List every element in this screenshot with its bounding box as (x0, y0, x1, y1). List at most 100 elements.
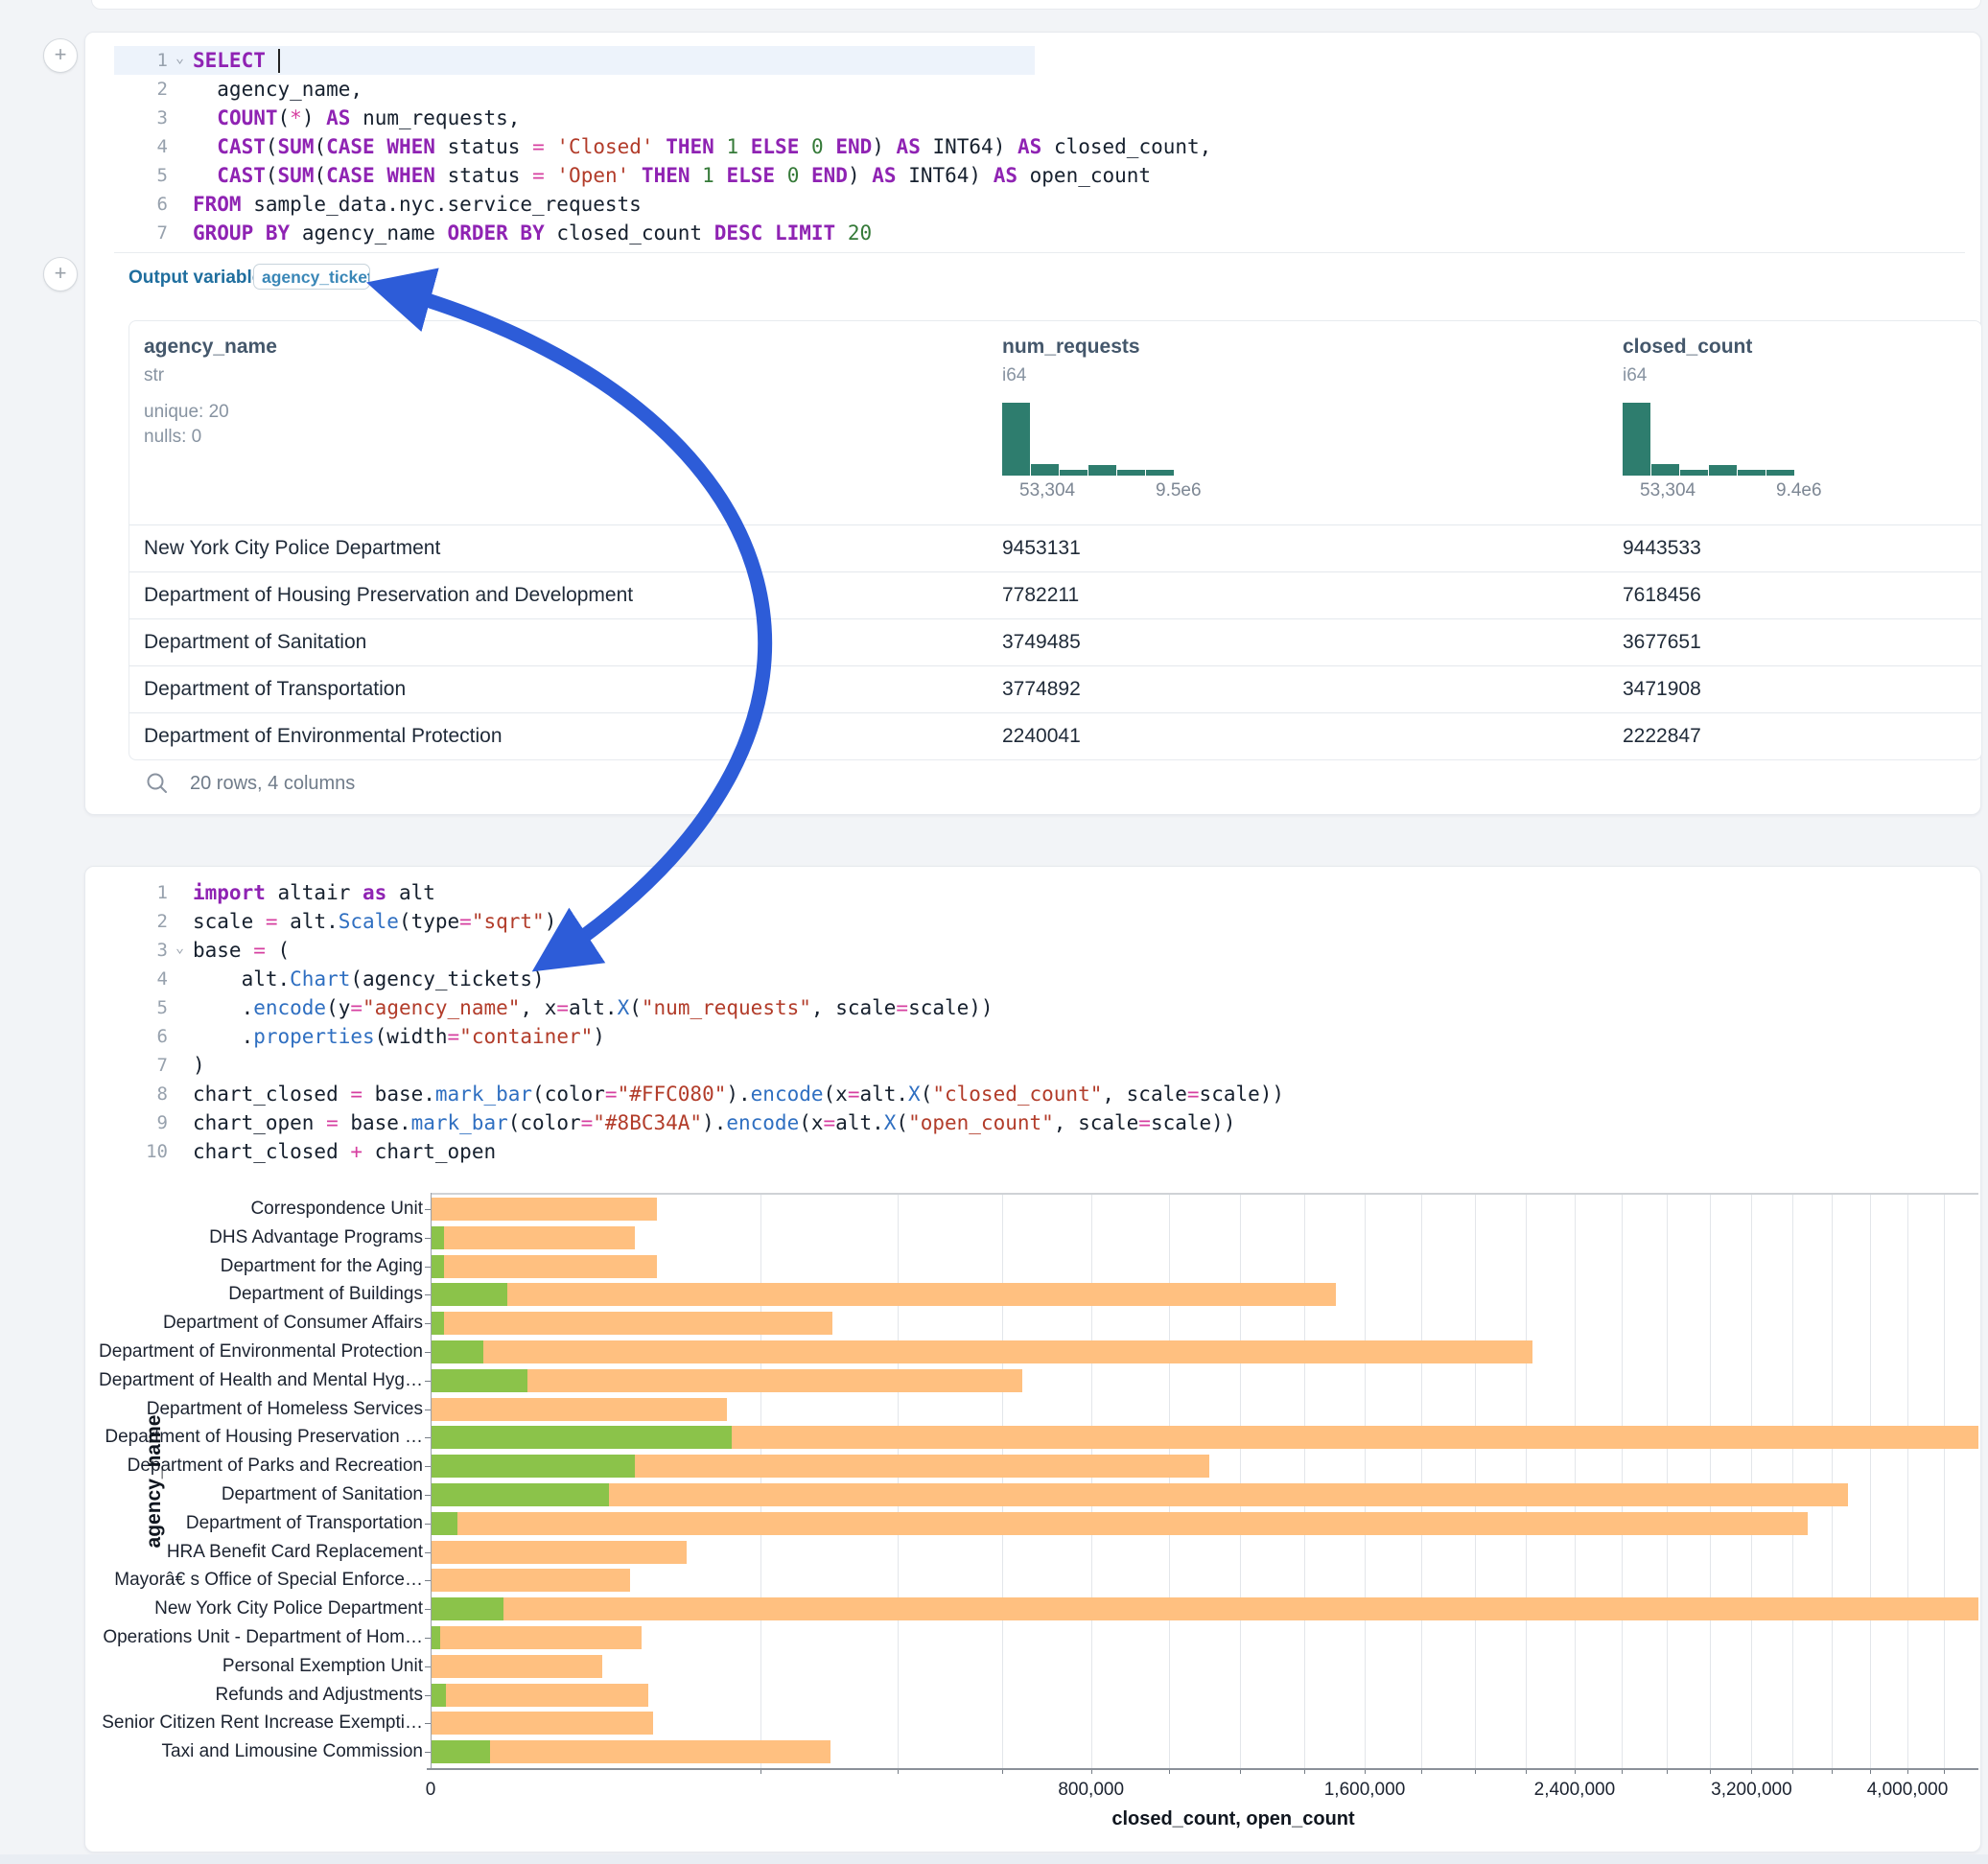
bar-open-count (432, 1369, 527, 1392)
bar-closed-count (432, 1283, 1336, 1306)
histogram-bin (1146, 470, 1174, 476)
column-type: i64 (1002, 365, 1026, 386)
code-token: AS (897, 132, 921, 161)
gridline (1304, 1193, 1305, 1768)
code-token: SUM (278, 161, 315, 190)
code-token: 1 (726, 132, 738, 161)
y-tick-label: Refunds and Adjustments (215, 1685, 423, 1706)
y-tick-label: Correspondence Unit (250, 1199, 423, 1220)
bar-open-count (432, 1512, 457, 1535)
code-token: sample_data.nyc.service_requests (242, 190, 642, 219)
y-axis-tick (425, 1495, 431, 1496)
code-token (714, 132, 727, 161)
bar-open-count (432, 1255, 444, 1278)
code-token (654, 132, 667, 161)
histogram-bin (1088, 465, 1116, 476)
plot-top-border (431, 1193, 1978, 1195)
search-icon[interactable] (145, 771, 170, 801)
bar-closed-count (432, 1712, 653, 1735)
code-token (799, 132, 811, 161)
code-token: THEN (666, 132, 714, 161)
code-token: 'Open' (556, 161, 629, 190)
code-line[interactable]: 1⌄SELECT (124, 46, 1946, 75)
code-token: WHEN (386, 132, 435, 161)
code-token: CAST (217, 132, 266, 161)
histogram-bin (1002, 403, 1030, 476)
column-type: i64 (1623, 365, 1647, 386)
gridline (1832, 1193, 1833, 1768)
fold-chevron-icon[interactable]: ⌄ (175, 43, 193, 72)
code-token: open_count (1017, 161, 1151, 190)
histogram-bin (1680, 470, 1708, 476)
code-token: ( (266, 161, 278, 190)
line-number: 5 (124, 161, 175, 190)
code-token: agency_name (290, 219, 447, 247)
code-line[interactable]: 7GROUP BY agency_name ORDER BY closed_co… (124, 219, 1946, 247)
y-tick-label: Mayorâ€ s Office of Special Enforce… (114, 1570, 423, 1591)
gridline (1475, 1193, 1476, 1768)
y-axis-tick (425, 1580, 431, 1581)
column-stat: nulls: 0 (144, 427, 201, 448)
bar-closed-count (432, 1569, 630, 1592)
bar-open-count (432, 1684, 446, 1707)
table-row[interactable]: Department of Transportation377489234719… (129, 665, 1981, 713)
column-header[interactable]: agency_name (144, 336, 277, 359)
y-axis-tick (425, 1294, 431, 1295)
table-row[interactable]: New York City Police Department945313194… (129, 524, 1981, 572)
gridline (1421, 1193, 1422, 1768)
code-token: AS (1017, 132, 1041, 161)
table-row[interactable]: Department of Environmental Protection22… (129, 712, 1981, 760)
y-tick-label: Department of Transportation (186, 1513, 423, 1534)
output-variable-chip[interactable]: agency_tickets (253, 264, 370, 290)
table-cell: Department of Housing Preservation and D… (144, 584, 633, 607)
x-axis-line (427, 1768, 1978, 1770)
y-axis-tick (425, 1524, 431, 1525)
column-header[interactable]: num_requests (1002, 336, 1140, 359)
code-line[interactable]: 5 CAST(SUM(CASE WHEN status = 'Open' THE… (124, 161, 1946, 190)
code-token (824, 132, 836, 161)
code-token: CASE (326, 161, 375, 190)
line-number: 4 (124, 132, 175, 161)
altair-bar-chart: Correspondence Unit DHS Advantage Program… (85, 867, 1980, 1852)
gridline (1907, 1193, 1908, 1768)
page-bottom-strip (0, 1854, 1988, 1864)
table-row[interactable]: Department of Sanitation37494853677651 (129, 618, 1981, 666)
code-token: INT64) (897, 161, 994, 190)
code-line[interactable]: 2 agency_name, (124, 75, 1946, 104)
code-token (375, 161, 387, 190)
histogram-bin (1060, 470, 1088, 476)
y-tick-label: Senior Citizen Rent Increase Exempti… (102, 1713, 423, 1734)
code-token (545, 132, 557, 161)
sql-code-editor[interactable]: 1⌄SELECT 2 agency_name,3 COUNT(*) AS num… (124, 46, 1946, 247)
code-token (193, 161, 217, 190)
y-axis-tick (425, 1323, 431, 1324)
code-token: 0 (811, 132, 824, 161)
code-token (799, 161, 811, 190)
table-cell: 3471908 (1623, 678, 1701, 701)
y-tick-label: Taxi and Limousine Commission (162, 1741, 423, 1762)
y-tick-label: Department of Sanitation (222, 1484, 423, 1505)
y-axis-tick (425, 1437, 431, 1438)
code-token: ( (266, 132, 278, 161)
code-token: status (435, 161, 532, 190)
code-line[interactable]: 3 COUNT(*) AS num_requests, (124, 104, 1946, 132)
gridline (1622, 1193, 1623, 1768)
code-line[interactable]: 6FROM sample_data.nyc.service_requests (124, 190, 1946, 219)
code-token: ORDER (448, 219, 508, 247)
y-tick-label: DHS Advantage Programs (209, 1227, 423, 1248)
gridline (1792, 1193, 1793, 1768)
notebook-canvas: + + 1⌄SELECT 2 agency_name,3 COUNT(*) AS… (0, 0, 1988, 1864)
bar-closed-count (432, 1340, 1532, 1363)
code-token (835, 219, 848, 247)
table-cell: 3774892 (1002, 678, 1081, 701)
histogram (1623, 403, 1794, 476)
add-cell-button[interactable]: + (43, 38, 78, 73)
code-line[interactable]: 4 CAST(SUM(CASE WHEN status = 'Closed' T… (124, 132, 1946, 161)
table-cell: 9453131 (1002, 537, 1081, 560)
code-token (629, 161, 642, 190)
add-cell-button[interactable]: + (43, 257, 78, 291)
sql-cell-card: 1⌄SELECT 2 agency_name,3 COUNT(*) AS num… (84, 32, 1981, 815)
table-row[interactable]: Department of Housing Preservation and D… (129, 571, 1981, 619)
gridline (1002, 1193, 1003, 1768)
column-header[interactable]: closed_count (1623, 336, 1752, 359)
